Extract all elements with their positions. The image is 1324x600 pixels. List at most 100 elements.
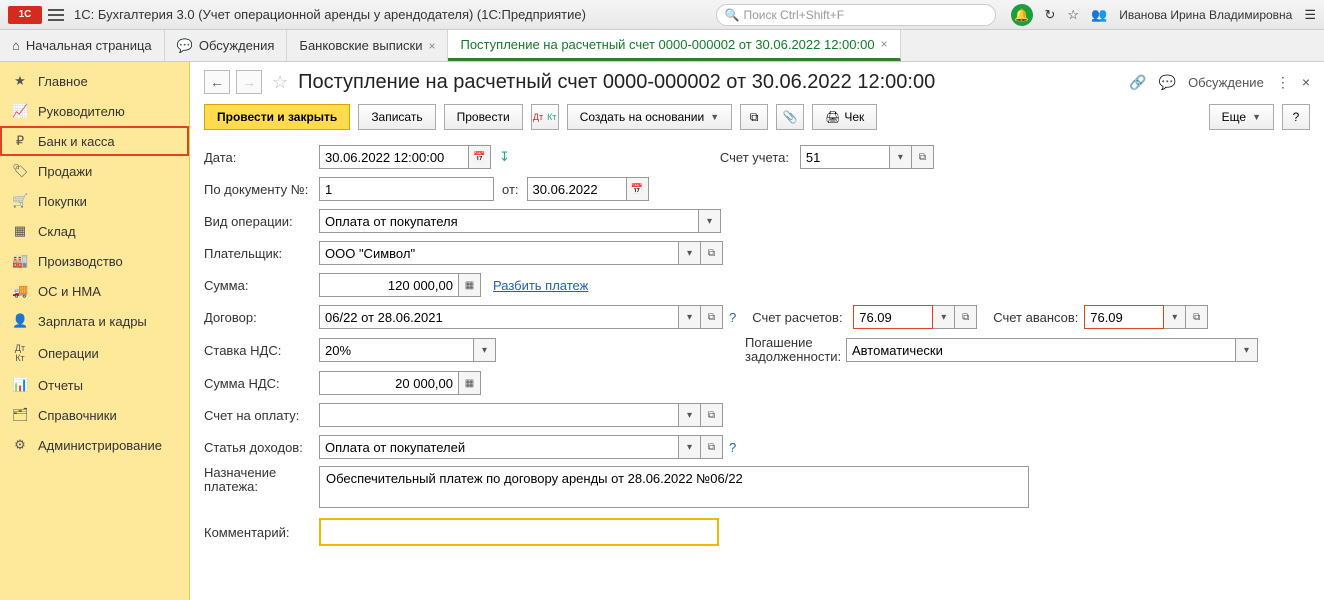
optype-field[interactable] [319,209,699,233]
tab-active[interactable]: Поступление на расчетный счет 0000-00000… [448,30,900,61]
date-field[interactable] [319,145,469,169]
debt-field[interactable] [846,338,1236,362]
help-icon[interactable]: ? [729,310,736,325]
tab-bank[interactable]: Банковские выписки × [287,30,448,61]
sidebar-item-operations[interactable]: ДтКтОперации [0,336,189,370]
sidebar-item-purchases[interactable]: 🛒Покупки [0,186,189,216]
vat-field[interactable] [319,338,474,362]
account-field[interactable] [800,145,890,169]
more-menu-icon[interactable]: ⋮ [1276,74,1290,91]
forward-button[interactable]: → [236,70,262,94]
acc-calc-label: Счет расчетов: [748,310,853,325]
dropdown-icon[interactable]: ▾ [474,338,496,362]
sidebar-item-sales[interactable]: 🏷Продажи [0,156,189,186]
star-icon[interactable]: ☆ [1067,7,1079,23]
vatsum-label: Сумма НДС: [204,376,319,391]
chat-icon: 💬 [177,38,193,54]
star-icon: ★ [12,73,28,89]
discuss-icon[interactable]: 💬 [1159,74,1176,91]
structure-button[interactable]: ⧉ [740,104,768,130]
acc-adv-label: Счет авансов: [989,310,1084,325]
help-button[interactable]: ? [1282,104,1310,130]
sidebar-item-catalogs[interactable]: 🗂Справочники [0,400,189,430]
dropdown-icon[interactable]: ▾ [1236,338,1258,362]
tab-home[interactable]: ⌂ Начальная страница [0,30,165,61]
close-icon[interactable]: × [881,37,888,51]
people-icon: 👤 [12,313,28,329]
purpose-field[interactable] [319,466,1029,508]
close-icon[interactable]: × [428,39,435,53]
post-button[interactable]: Провести [444,104,523,130]
optype-label: Вид операции: [204,214,319,229]
income-field[interactable] [319,435,679,459]
dropdown-icon[interactable]: ▾ [679,403,701,427]
vatsum-field[interactable] [319,371,459,395]
back-button[interactable]: ← [204,70,230,94]
discuss-label[interactable]: Обсуждение [1188,75,1264,90]
dropdown-icon[interactable]: ▾ [1164,305,1186,329]
payer-field[interactable] [319,241,679,265]
bell-icon[interactable]: 🔔 [1011,4,1033,26]
acc-calc-field[interactable] [853,305,933,329]
user-icon[interactable]: 👥 [1091,7,1107,23]
open-icon[interactable]: ⧉ [1186,305,1208,329]
check-button[interactable]: 🖨 Чек [812,104,877,130]
contract-field[interactable] [319,305,679,329]
docnum-field[interactable] [319,177,494,201]
create-on-basis-button[interactable]: Создать на основании▼ [567,104,732,130]
bars-icon: 📊 [12,377,28,393]
search-input[interactable]: 🔍 Поиск Ctrl+Shift+F [716,4,996,26]
tab-discuss[interactable]: 💬 Обсуждения [165,30,288,61]
open-icon[interactable]: ⧉ [955,305,977,329]
from-date-field[interactable] [527,177,627,201]
sidebar-item-hr[interactable]: 👤Зарплата и кадры [0,306,189,336]
sidebar-item-reports[interactable]: 📊Отчеты [0,370,189,400]
truck-icon: 🚚 [12,283,28,299]
post-close-button[interactable]: Провести и закрыть [204,104,350,130]
factory-icon: 🏭 [12,253,28,269]
open-icon[interactable]: ⧉ [701,435,723,459]
sidebar-item-bank[interactable]: ₽Банк и касса [0,126,189,156]
calc-icon[interactable]: ▦ [459,371,481,395]
calendar-icon[interactable]: 📅 [469,145,491,169]
help-icon[interactable]: ? [729,440,736,455]
calc-icon[interactable]: ▦ [459,273,481,297]
arrow-down-icon[interactable]: ↧ [499,149,510,165]
dropdown-icon[interactable]: ▾ [933,305,955,329]
from-label: от: [502,182,519,197]
menu-icon[interactable] [48,9,64,21]
sidebar-item-stock[interactable]: ▦Склад [0,216,189,246]
sidebar-item-manager[interactable]: 📈Руководителю [0,96,189,126]
open-icon[interactable]: ⧉ [912,145,934,169]
sidebar-item-production[interactable]: 🏭Производство [0,246,189,276]
date-label: Дата: [204,150,319,165]
dtkt-button[interactable]: ДтКт [531,104,559,130]
sum-field[interactable] [319,273,459,297]
comment-field[interactable] [319,518,719,546]
dropdown-icon[interactable]: ▾ [699,209,721,233]
close-page-icon[interactable]: × [1302,74,1310,90]
dropdown-icon[interactable]: ▾ [679,241,701,265]
split-payment-link[interactable]: Разбить платеж [493,278,588,293]
dropdown-icon[interactable]: ▾ [679,435,701,459]
open-icon[interactable]: ⧉ [701,241,723,265]
folder-icon: 🗂 [12,407,28,423]
save-button[interactable]: Записать [358,104,435,130]
history-icon[interactable]: ↻ [1045,7,1056,23]
open-icon[interactable]: ⧉ [701,403,723,427]
sidebar-item-main[interactable]: ★Главное [0,66,189,96]
acc-adv-field[interactable] [1084,305,1164,329]
invoice-field[interactable] [319,403,679,427]
favorite-icon[interactable]: ☆ [272,72,288,93]
calendar-icon[interactable]: 📅 [627,177,649,201]
more-button[interactable]: Еще▼ [1209,104,1274,130]
link-icon[interactable]: 🔗 [1129,74,1146,91]
attach-button[interactable]: 📎 [776,104,804,130]
open-icon[interactable]: ⧉ [701,305,723,329]
sidebar-item-assets[interactable]: 🚚ОС и НМА [0,276,189,306]
invoice-label: Счет на оплату: [204,408,319,423]
settings-icon[interactable]: ☰ [1304,7,1316,23]
sidebar-item-admin[interactable]: ⚙Администрирование [0,430,189,460]
dropdown-icon[interactable]: ▾ [679,305,701,329]
dropdown-icon[interactable]: ▾ [890,145,912,169]
